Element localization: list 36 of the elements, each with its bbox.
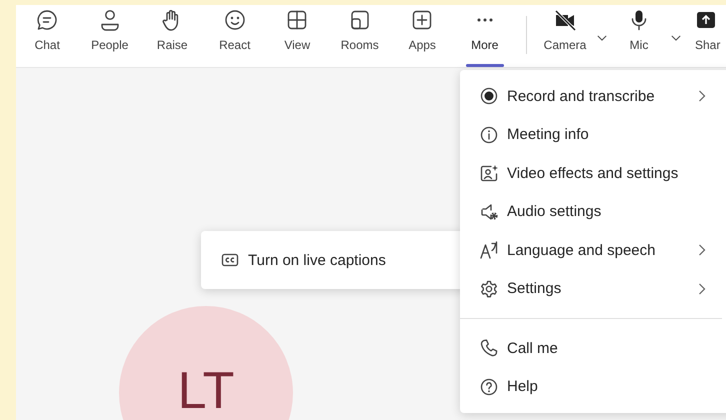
rooms-icon: [348, 9, 371, 31]
menu-item[interactable]: Call me: [460, 329, 726, 368]
info-icon: [480, 126, 498, 144]
speaker-gear-icon: [480, 202, 498, 221]
person-icon: [98, 9, 121, 31]
gear-icon: [480, 280, 498, 298]
avatar-initials: LT: [178, 368, 234, 414]
grid-icon: [286, 9, 308, 31]
toolbar-button[interactable]: Apps: [391, 5, 454, 67]
toolbar-button[interactable]: People: [78, 5, 141, 67]
menu-item[interactable]: Audio settings: [460, 192, 726, 231]
plus-box-icon: [411, 9, 434, 31]
camera-off-icon: [554, 9, 576, 31]
toolbar-button[interactable]: Chat: [16, 5, 78, 67]
menu-item[interactable]: Meeting info: [460, 116, 726, 154]
toolbar-button[interactable]: Mic: [611, 5, 667, 67]
toolbar-button[interactable]: Raise: [141, 5, 204, 67]
toolbar-button[interactable]: View: [266, 5, 328, 67]
menu-item[interactable]: Record and transcribe: [460, 77, 726, 116]
chat-icon: [36, 9, 58, 31]
toolbar-button[interactable]: React: [204, 5, 266, 67]
menu-item[interactable]: Video effects and settings: [460, 154, 726, 192]
toolbar-button[interactable]: Shar: [695, 5, 722, 67]
closed-captions-icon: [221, 251, 239, 269]
phone-icon: [480, 339, 498, 358]
help-icon: [480, 378, 498, 396]
ellipsis-icon: [476, 18, 493, 22]
person-sparkle-icon: [480, 164, 498, 182]
toolbar-button[interactable]: More: [454, 5, 516, 67]
toolbar-button[interactable]: Camera: [537, 5, 593, 67]
toolbar-button[interactable]: Rooms: [328, 5, 391, 67]
share-icon: [695, 9, 717, 31]
smiley-icon: [224, 9, 246, 31]
record-icon: [480, 87, 498, 106]
language-icon: [480, 241, 498, 260]
menu-item[interactable]: Help: [460, 368, 726, 406]
